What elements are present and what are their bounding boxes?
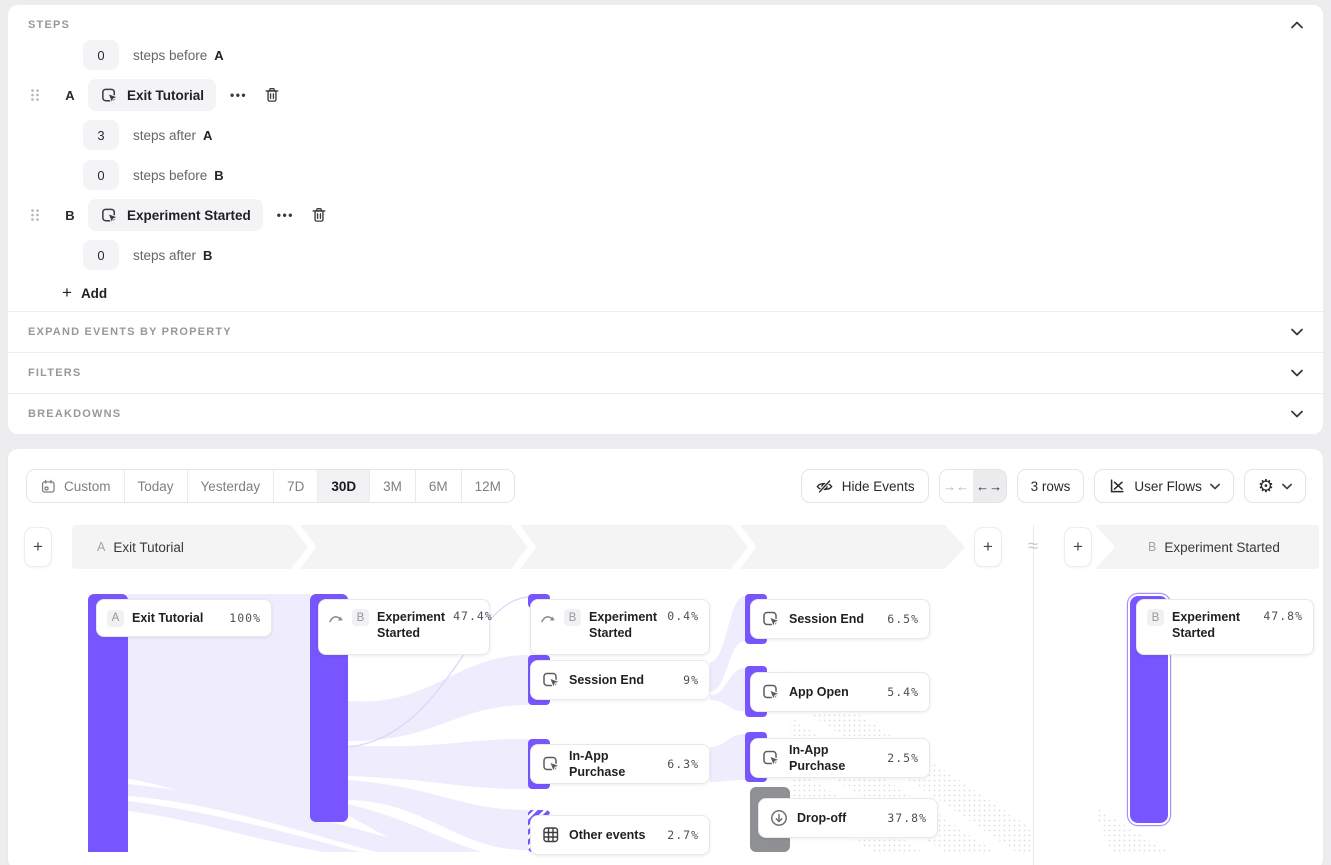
- flow-node-in-app-purchase-25[interactable]: In-App Purchase 2.5%: [750, 738, 930, 778]
- flow-node-app-open[interactable]: App Open 5.4%: [750, 672, 930, 712]
- flow-node-drop-off[interactable]: Drop-off 37.8%: [758, 798, 938, 838]
- flow-node-session-end-65[interactable]: Session End 6.5%: [750, 599, 930, 639]
- drop-off-icon: [769, 808, 789, 828]
- gap-row-after-b: 0 steps after B: [8, 235, 1323, 275]
- event-cursor-icon: [100, 206, 119, 225]
- steps-panel: STEPS 0 steps before A A Exit Tutorial •…: [8, 5, 1323, 434]
- flow-node-experiment-started-47[interactable]: B Experiment Started 47.4%: [318, 599, 490, 655]
- delete-step-button[interactable]: [310, 206, 328, 224]
- section-breakdowns[interactable]: BREAKDOWNS: [8, 393, 1323, 434]
- event-name: Exit Tutorial: [127, 88, 204, 103]
- gap-row-label: steps before: [133, 168, 207, 183]
- steps-after-a-input[interactable]: 3: [83, 120, 119, 150]
- drag-handle-icon[interactable]: [30, 88, 44, 102]
- event-cursor-icon: [541, 670, 561, 690]
- gap-row-before-b: 0 steps before B: [8, 155, 1323, 195]
- gap-row-label: steps after: [133, 248, 196, 263]
- flow-node-in-app-purchase-63[interactable]: In-App Purchase 6.3%: [530, 744, 710, 784]
- steps-before-b-input[interactable]: 0: [83, 160, 119, 190]
- trash-icon: [310, 206, 328, 224]
- chevron-down-icon: [1291, 369, 1303, 377]
- flow-node-experiment-started-04[interactable]: B Experiment Started 0.4%: [530, 599, 710, 655]
- flow-node-exit-tutorial[interactable]: A Exit Tutorial 100%: [96, 599, 272, 637]
- step-letter: B: [63, 208, 77, 223]
- steps-before-a-input[interactable]: 0: [83, 40, 119, 70]
- flows-chart-panel: Custom Today Yesterday 7D 30D 3M 6M 12M …: [8, 449, 1323, 865]
- event-select-button-b[interactable]: Experiment Started: [88, 199, 263, 231]
- chevron-down-icon: [1291, 410, 1303, 418]
- flow-continue-icon: [541, 613, 556, 624]
- event-cursor-icon: [100, 86, 119, 105]
- steps-after-b-input[interactable]: 0: [83, 240, 119, 270]
- more-options-icon[interactable]: •••: [277, 208, 294, 222]
- chevron-up-icon: [1291, 21, 1303, 29]
- trash-icon: [263, 86, 281, 104]
- gap-row-label: steps after: [133, 128, 196, 143]
- gap-row-ref: B: [203, 248, 212, 263]
- event-cursor-icon: [541, 754, 561, 774]
- event-cursor-icon: [761, 609, 781, 629]
- step-row-a: A Exit Tutorial •••: [8, 75, 1323, 115]
- steps-collapse-button[interactable]: [1291, 21, 1303, 29]
- add-step-button[interactable]: + Add: [62, 283, 107, 303]
- gap-row-before-a: 0 steps before A: [8, 35, 1323, 75]
- more-options-icon[interactable]: •••: [230, 88, 247, 102]
- steps-header: STEPS: [8, 5, 1323, 35]
- flow-node-other-events[interactable]: Other events 2.7%: [530, 815, 710, 855]
- flow-node-session-end-9[interactable]: Session End 9%: [530, 660, 710, 700]
- grid-icon: [541, 825, 561, 845]
- step-letter: A: [63, 88, 77, 103]
- flow-continue-icon: [329, 613, 344, 624]
- event-name: Experiment Started: [127, 208, 251, 223]
- plus-icon: +: [62, 283, 72, 303]
- chevron-down-icon: [1291, 328, 1303, 336]
- section-expand-events[interactable]: EXPAND EVENTS BY PROPERTY: [8, 311, 1323, 352]
- add-row: + Add: [8, 275, 1323, 311]
- gap-row-after-a: 3 steps after A: [8, 115, 1323, 155]
- flow-node-experiment-started-478[interactable]: B Experiment Started 47.8%: [1136, 599, 1314, 655]
- gap-row-label: steps before: [133, 48, 207, 63]
- event-cursor-icon: [761, 682, 781, 702]
- event-cursor-icon: [761, 748, 781, 768]
- gap-row-ref: A: [203, 128, 212, 143]
- event-select-button-a[interactable]: Exit Tutorial: [88, 79, 216, 111]
- delete-step-button[interactable]: [263, 86, 281, 104]
- step-row-b: B Experiment Started •••: [8, 195, 1323, 235]
- gap-row-ref: A: [214, 48, 223, 63]
- section-filters[interactable]: FILTERS: [8, 352, 1323, 393]
- steps-title: STEPS: [28, 19, 70, 31]
- gap-row-ref: B: [214, 168, 223, 183]
- drag-handle-icon[interactable]: [30, 208, 44, 222]
